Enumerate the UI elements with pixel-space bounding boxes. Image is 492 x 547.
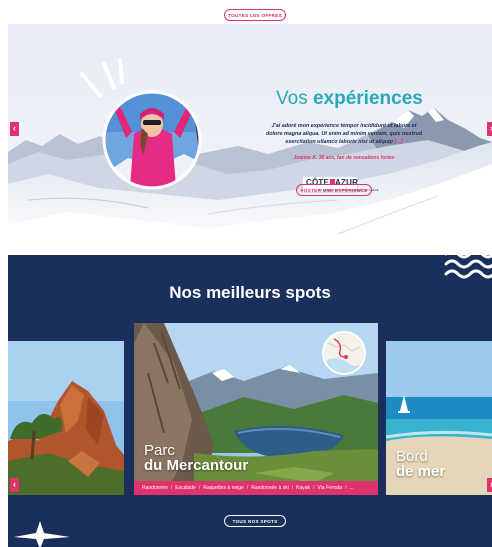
all-spots-button[interactable]: TOUS NOS SPOTS	[224, 515, 286, 527]
activity-tag[interactable]: ...	[349, 485, 353, 491]
activity-tag[interactable]: Raquettes à neige	[203, 485, 244, 491]
spots-title-bold: meilleurs spots	[206, 283, 331, 302]
experiences-prev-button[interactable]: ‹	[10, 122, 19, 136]
activity-tag[interactable]: Kayak	[296, 485, 310, 491]
spot-card-seaside[interactable]: Bord de mer	[386, 341, 492, 495]
seaside-caption-line1: Bord	[396, 448, 428, 465]
star-icon	[14, 521, 70, 547]
testimonial-text: J'ai adoré mon expérience tempor incidid…	[264, 122, 424, 147]
experiences-section: ‹ › Vos expériences J'ai adoré mon expér…	[8, 24, 492, 255]
waves-icon	[444, 255, 492, 279]
experiences-title: Vos expériences	[276, 88, 423, 110]
map-icon[interactable]	[322, 331, 366, 375]
spots-title: Nos meilleurs spots	[8, 283, 492, 303]
activity-tag[interactable]: Escalade	[175, 485, 196, 491]
spot-card-rocks[interactable]	[8, 341, 124, 495]
spot-card-mercantour[interactable]: Parc du Mercantour Randonnée / Escalade / …	[134, 323, 378, 495]
spots-section: Nos meilleurs spots Parc du Mercantour R…	[8, 255, 492, 547]
seaside-caption-line2: de mer	[396, 463, 446, 480]
rocks-image	[8, 341, 124, 495]
experiences-title-light: Vos	[276, 88, 308, 109]
experiences-next-button[interactable]: ›	[487, 122, 492, 136]
activity-tag[interactable]: Via Ferrata	[317, 485, 342, 491]
top-strip: TOUTES LES OFFRES	[0, 0, 492, 26]
seaside-caption: Bord de mer	[396, 449, 445, 479]
activity-tag[interactable]: Randonnée	[142, 485, 168, 491]
mercantour-caption-line2: du Mercantour	[144, 457, 249, 474]
all-offers-button[interactable]: TOUTES LES OFFRES	[224, 9, 286, 21]
mercantour-caption-line1: Parc	[144, 442, 175, 459]
spots-next-button[interactable]: ›	[487, 478, 492, 492]
testimonial-more-link[interactable]: [...]	[394, 139, 402, 145]
post-experience-button[interactable]: POSTER UNE EXPÉRIENCE	[296, 184, 372, 196]
testimonial-author: Joanne K. 36 ans, fan de sensations fort…	[293, 155, 395, 161]
mercantour-caption: Parc du Mercantour	[144, 443, 248, 473]
spots-title-light: Nos	[169, 283, 202, 302]
experiences-title-bold: expériences	[312, 88, 423, 109]
spots-prev-button[interactable]: ‹	[10, 478, 19, 492]
activity-tag[interactable]: Randonnée à ski	[251, 485, 289, 491]
activity-tags: Randonnée / Escalade / Raquettes à neige / …	[134, 481, 378, 495]
